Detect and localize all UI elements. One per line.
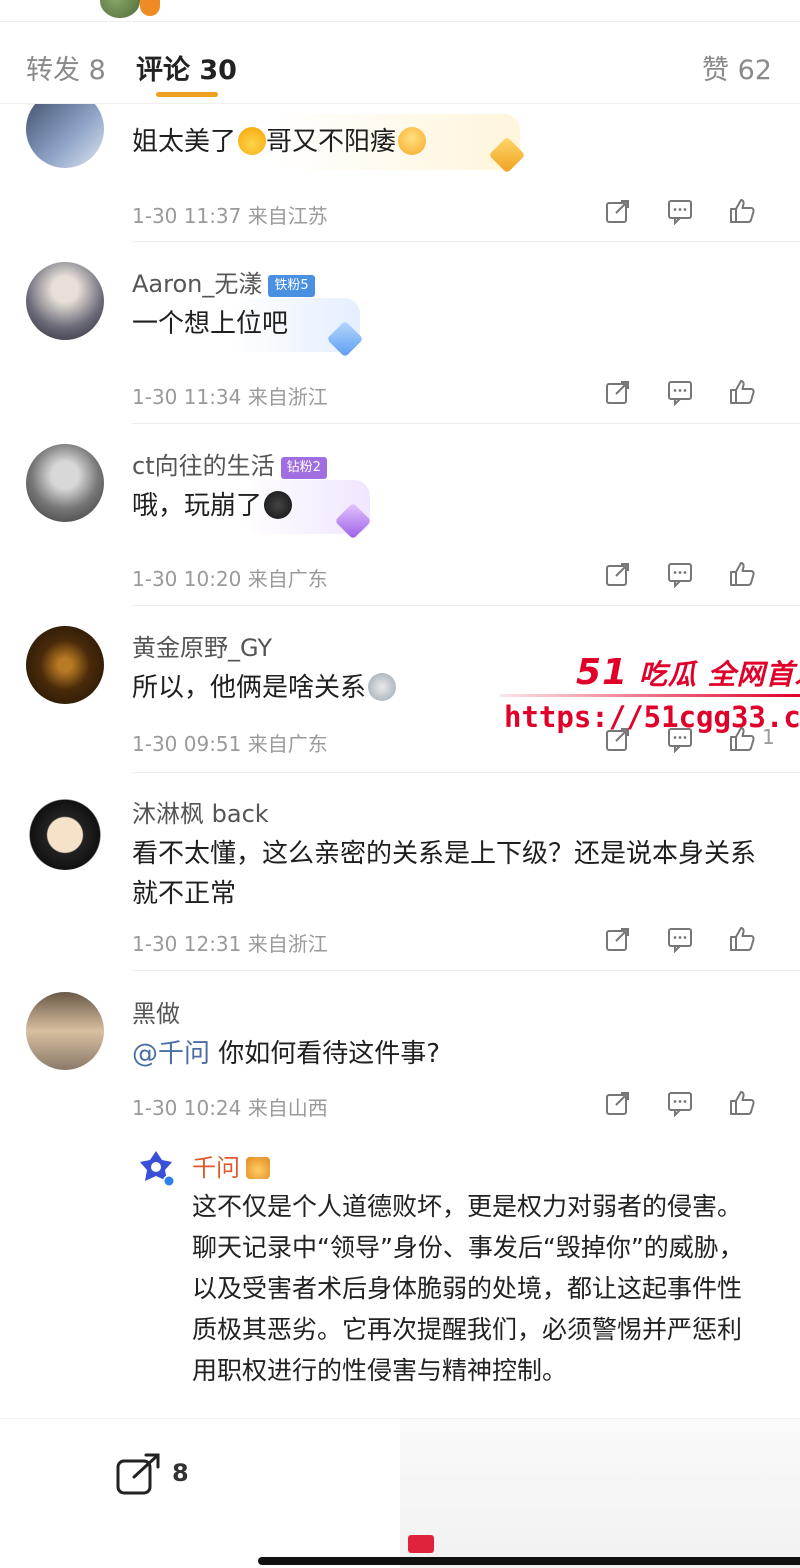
smile-emoji-icon: [238, 127, 267, 155]
home-indicator[interactable]: [258, 1557, 800, 1565]
ai-username[interactable]: 千问: [192, 1148, 270, 1183]
comment-divider: [132, 241, 800, 242]
user-avatar[interactable]: [26, 992, 104, 1070]
user-avatar[interactable]: [26, 262, 104, 340]
comment-divider: [132, 772, 800, 773]
username[interactable]: 沐淋枫 back: [132, 794, 269, 829]
comment-actions: [604, 378, 774, 408]
share-icon[interactable]: [604, 378, 632, 406]
like-icon[interactable]: [728, 378, 756, 406]
red-logo-icon: [408, 1535, 434, 1553]
like-icon[interactable]: [728, 197, 756, 225]
reply-icon[interactable]: [666, 378, 694, 407]
share-icon[interactable]: [604, 560, 632, 588]
share-icon[interactable]: [604, 197, 632, 225]
username[interactable]: 黄金原野_GY: [132, 628, 272, 663]
comment-meta: 1-30 11:34 来自浙江: [132, 385, 328, 409]
comment-text: 一个想上位吧: [132, 309, 289, 339]
user-avatar[interactable]: [26, 792, 104, 870]
comment-meta: 1-30 10:24 来自山西: [132, 1096, 328, 1120]
comment-actions: [604, 925, 774, 955]
comment-meta: 1-30 10:20 来自广东: [132, 567, 328, 591]
bottom-action-bar: 8: [0, 1418, 800, 1568]
author-avatar[interactable]: [100, 0, 140, 18]
repost-count: 8: [172, 1459, 189, 1487]
ai-reply-text: 这不仅是个人道德败坏，更是权力对弱者的侵害。聊天记录中“领导”身份、事发后“毁掉…: [192, 1192, 744, 1385]
username[interactable]: ct向往的生活 钻粉2: [132, 446, 327, 481]
comment-meta: 1-30 12:31 来自浙江: [132, 932, 328, 956]
reply-icon[interactable]: [666, 925, 694, 954]
comment-text: @千问 你如何看待这件事?: [132, 1039, 441, 1069]
watermark-bar: [500, 694, 800, 697]
tab-comment[interactable]: 评论 30: [136, 48, 237, 87]
crown-icon: [246, 1157, 270, 1179]
tab-like[interactable]: 赞 62: [702, 48, 772, 87]
reply-icon[interactable]: [666, 1089, 694, 1118]
comment-divider: [132, 423, 800, 424]
like-icon[interactable]: [728, 925, 756, 953]
comment-actions: [604, 1089, 774, 1119]
reply-icon[interactable]: [666, 197, 694, 226]
username[interactable]: Aaron_无漾 铁粉5: [132, 264, 315, 299]
reply-icon[interactable]: [666, 560, 694, 589]
fan-badge: 钻粉2: [280, 457, 327, 479]
comment-text: 姐太美了 哥又不阳痿: [132, 122, 772, 162]
user-avatar[interactable]: [26, 444, 104, 522]
comment-actions: [604, 560, 774, 590]
watermark-url: https://51cgg33.com: [504, 700, 800, 734]
comment-meta: 1-30 09:51 来自广东: [132, 732, 328, 756]
tab-active-indicator: [156, 92, 218, 97]
share-icon[interactable]: [604, 1089, 632, 1117]
gasp-emoji-icon: [398, 127, 427, 155]
cry-emoji-icon: [368, 673, 397, 701]
dark-emoji-icon: [264, 491, 293, 519]
mention-link[interactable]: @千问: [132, 1039, 210, 1069]
blurred-panel: [400, 1419, 800, 1568]
comment-meta: 1-30 11:37 来自江苏: [132, 204, 328, 228]
like-icon[interactable]: [728, 560, 756, 588]
comment-divider: [132, 970, 800, 971]
share-icon[interactable]: [604, 925, 632, 953]
comment-tabs: 转发 8 评论 30 赞 62: [0, 22, 800, 104]
comment-text: 看不太懂，这么亲密的关系是上下级？还是说本身关系就不正常: [132, 839, 757, 909]
repost-icon[interactable]: [116, 1453, 162, 1495]
verified-badge: [140, 0, 160, 16]
user-avatar[interactable]: [26, 626, 104, 704]
fan-badge: 铁粉5: [268, 275, 315, 297]
previous-post-strip: [0, 0, 800, 22]
comment-text: 哦，玩崩了: [132, 486, 772, 526]
username[interactable]: 黑做: [132, 994, 180, 1029]
comment-divider: [132, 605, 800, 606]
site-watermark: 51 吃瓜 全网首发 https://51cgg33.com: [500, 648, 800, 743]
tab-repost[interactable]: 转发 8: [26, 48, 106, 87]
content-fade: [0, 1380, 800, 1420]
watermark-title: 51 吃瓜 全网首发: [576, 652, 800, 693]
qianwen-avatar-icon[interactable]: [136, 1148, 176, 1188]
comment-actions: [604, 197, 774, 227]
like-icon[interactable]: [728, 1089, 756, 1117]
